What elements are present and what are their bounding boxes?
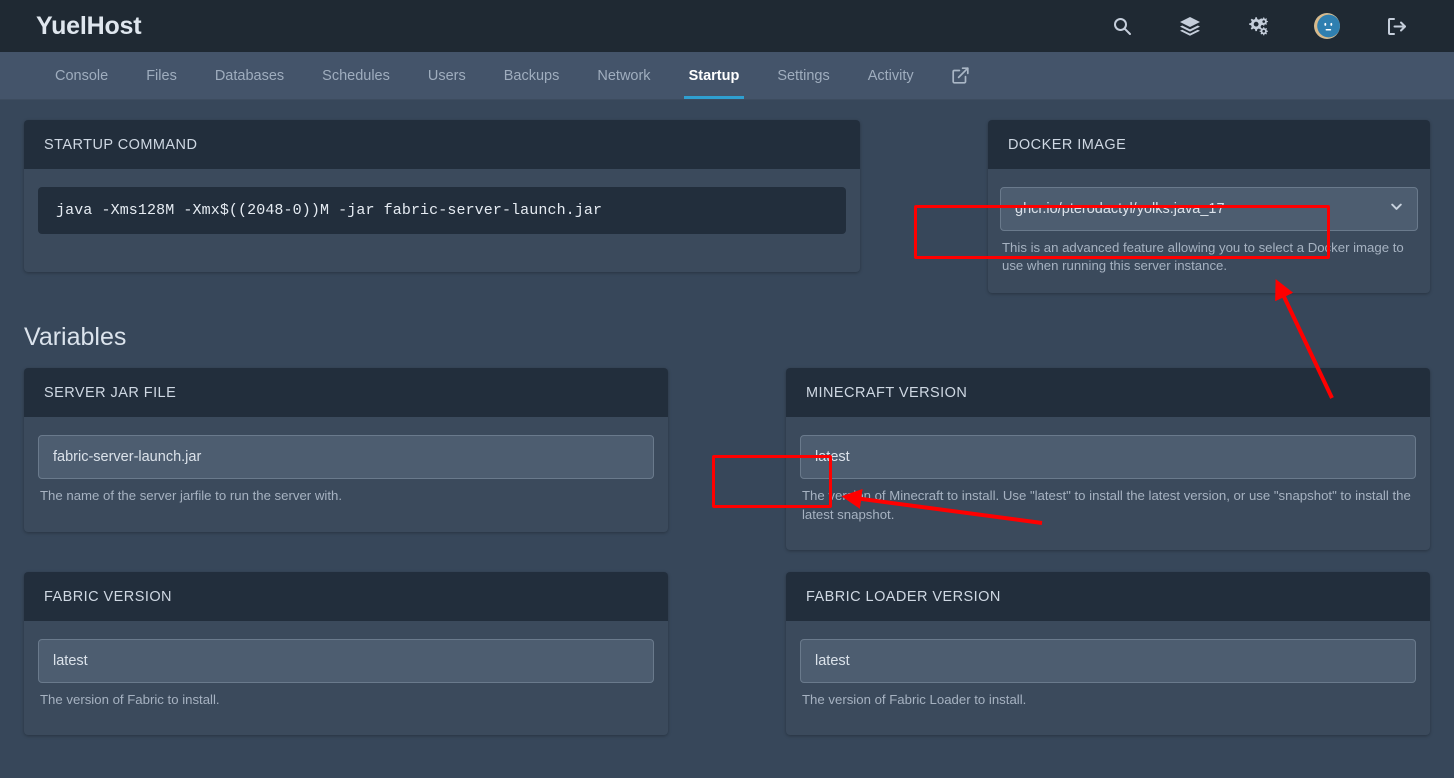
variable-input[interactable]: latest [800,639,1416,683]
top-row: STARTUP COMMAND java -Xms128M -Xmx$((204… [24,100,1430,293]
layers-icon[interactable] [1178,14,1202,38]
docker-image-panel: DOCKER IMAGE ghcr.io/pterodactyl/yolks:j… [988,120,1430,293]
avatar[interactable] [1314,13,1340,39]
docker-image-title: DOCKER IMAGE [988,120,1430,169]
nav-item-console[interactable]: Console [36,52,127,99]
server-nav: Console Files Databases Schedules Users … [0,52,1454,100]
nav-item-files[interactable]: Files [127,52,196,99]
docker-image-select[interactable]: ghcr.io/pterodactyl/yolks:java_17 [1000,187,1418,231]
search-icon[interactable] [1110,14,1134,38]
variables-row-1: SERVER JAR FILE fabric-server-launch.jar… [24,368,1430,549]
variable-panel-minecraft-version: MINECRAFT VERSION latest The version of … [786,368,1430,549]
gears-icon[interactable] [1246,14,1270,38]
variables-heading: Variables [24,323,1430,352]
brand-title: YuelHost [36,12,141,41]
variable-title: FABRIC LOADER VERSION [786,572,1430,621]
nav-item-network[interactable]: Network [578,52,669,99]
nav-item-activity[interactable]: Activity [849,52,933,99]
startup-command-panel: STARTUP COMMAND java -Xms128M -Xmx$((204… [24,120,860,272]
external-link-icon[interactable] [933,52,988,99]
variable-panel-fabric-version: FABRIC VERSION latest The version of Fab… [24,572,668,735]
nav-item-databases[interactable]: Databases [196,52,303,99]
top-bar-icons [1110,13,1430,39]
variable-title: SERVER JAR FILE [24,368,668,417]
nav-item-schedules[interactable]: Schedules [303,52,409,99]
nav-item-startup[interactable]: Startup [670,52,759,99]
variable-input[interactable]: fabric-server-launch.jar [38,435,654,479]
nav-item-users[interactable]: Users [409,52,485,99]
variable-help: The version of Minecraft to install. Use… [800,487,1416,523]
variable-panel-server-jar-file: SERVER JAR FILE fabric-server-launch.jar… [24,368,668,531]
variable-help: The version of Fabric Loader to install. [800,691,1416,709]
top-bar: YuelHost [0,0,1454,52]
variable-help: The name of the server jarfile to run th… [38,487,654,505]
variable-input[interactable]: latest [38,639,654,683]
nav-item-backups[interactable]: Backups [485,52,579,99]
startup-command-value: java -Xms128M -Xmx$((2048-0))M -jar fabr… [38,187,846,234]
startup-command-title: STARTUP COMMAND [24,120,860,169]
nav-item-settings[interactable]: Settings [758,52,848,99]
docker-image-help: This is an advanced feature allowing you… [1000,239,1418,275]
variable-input[interactable]: latest [800,435,1416,479]
logout-icon[interactable] [1384,14,1408,38]
variable-title: FABRIC VERSION [24,572,668,621]
startup-page: STARTUP COMMAND java -Xms128M -Xmx$((204… [0,100,1454,778]
variable-panel-fabric-loader-version: FABRIC LOADER VERSION latest The version… [786,572,1430,735]
variables-row-2: FABRIC VERSION latest The version of Fab… [24,572,1430,735]
variable-title: MINECRAFT VERSION [786,368,1430,417]
docker-image-selected-value[interactable]: ghcr.io/pterodactyl/yolks:java_17 [1000,187,1418,231]
variable-help: The version of Fabric to install. [38,691,654,709]
